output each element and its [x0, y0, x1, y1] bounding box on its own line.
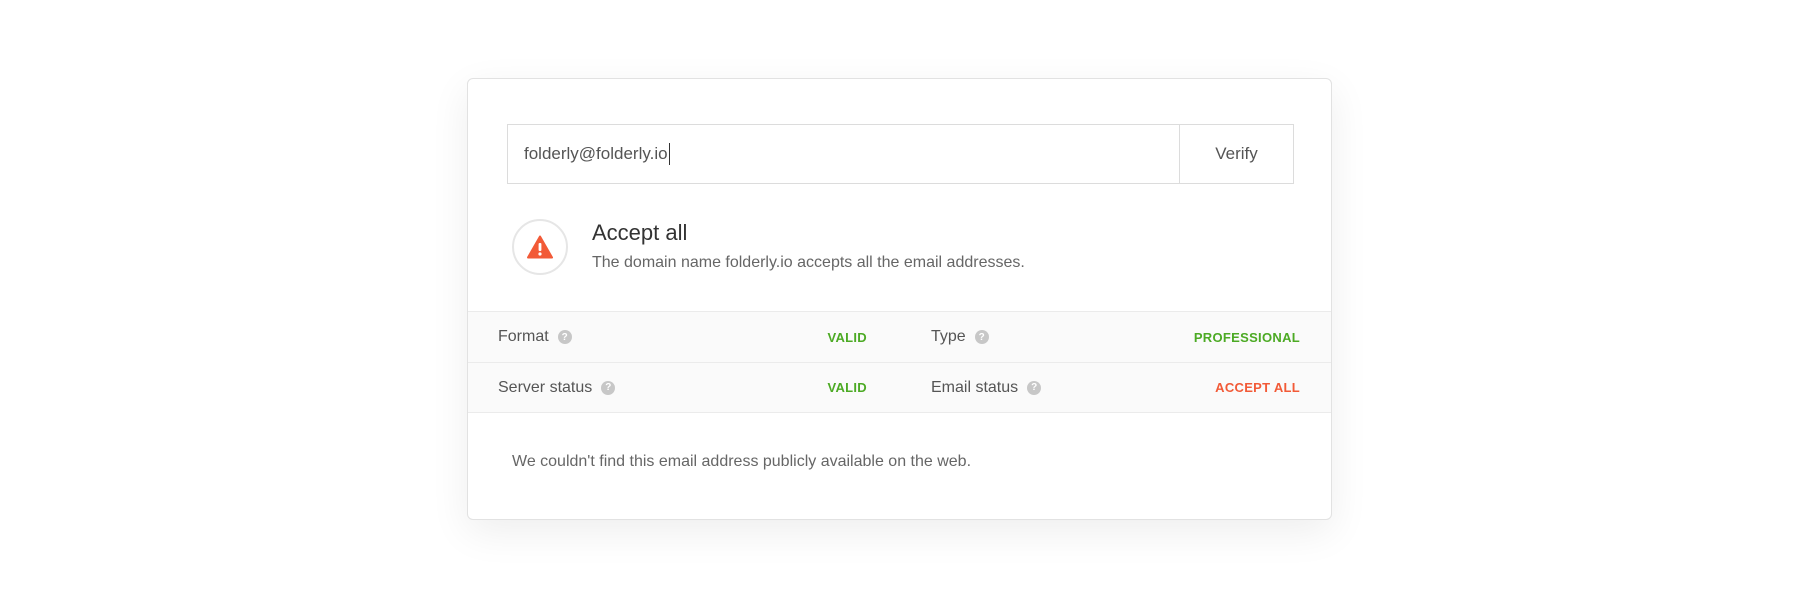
email-status-help-icon[interactable]: ? [1027, 380, 1042, 395]
format-label-text: Format [498, 328, 549, 345]
details-row-2: Server status ? VALID Email status ? ACC… [468, 362, 1331, 413]
result-description: The domain name folderly.io accepts all … [592, 254, 1025, 271]
email-status-value: ACCEPT ALL [1215, 380, 1300, 395]
email-status-label-text: Email status [931, 378, 1019, 396]
email-input[interactable]: folderly@folderly.io [508, 125, 1179, 183]
email-input-value: folderly@folderly.io [524, 144, 668, 163]
email-search-bar: folderly@folderly.io Verify [507, 124, 1294, 184]
email-status-label: Email status ? [931, 378, 1042, 397]
type-help-icon[interactable]: ? [974, 330, 989, 344]
server-status-help-icon[interactable]: ? [601, 380, 616, 395]
server-status-label-text: Server status [498, 378, 593, 396]
result-text: Accept all The domain name folderly.io a… [592, 219, 1025, 272]
verify-button[interactable]: Verify [1179, 125, 1293, 183]
text-caret [668, 143, 670, 165]
details-row-1: Format ? VALID Type ? PROFESSIONAL [468, 311, 1331, 362]
status-indicator [512, 219, 568, 275]
details-table: Format ? VALID Type ? PROFESSIONAL Serve… [468, 311, 1331, 413]
email-verifier-card: folderly@folderly.io Verify Accept all T… [467, 78, 1332, 520]
result-title: Accept all [592, 220, 688, 245]
type-value: PROFESSIONAL [1193, 329, 1300, 345]
server-status-label: Server status ? [498, 378, 616, 397]
footer-note: We couldn't find this email address publ… [512, 453, 972, 470]
type-label-text: Type [931, 328, 966, 345]
verification-result: Accept all The domain name folderly.io a… [512, 219, 1025, 275]
server-status-value: VALID [827, 380, 867, 395]
format-value: VALID [827, 329, 867, 345]
type-label: Type ? [931, 328, 989, 346]
warning-triangle-icon [527, 235, 553, 259]
format-help-icon[interactable]: ? [557, 330, 572, 344]
format-label: Format ? [498, 328, 572, 346]
